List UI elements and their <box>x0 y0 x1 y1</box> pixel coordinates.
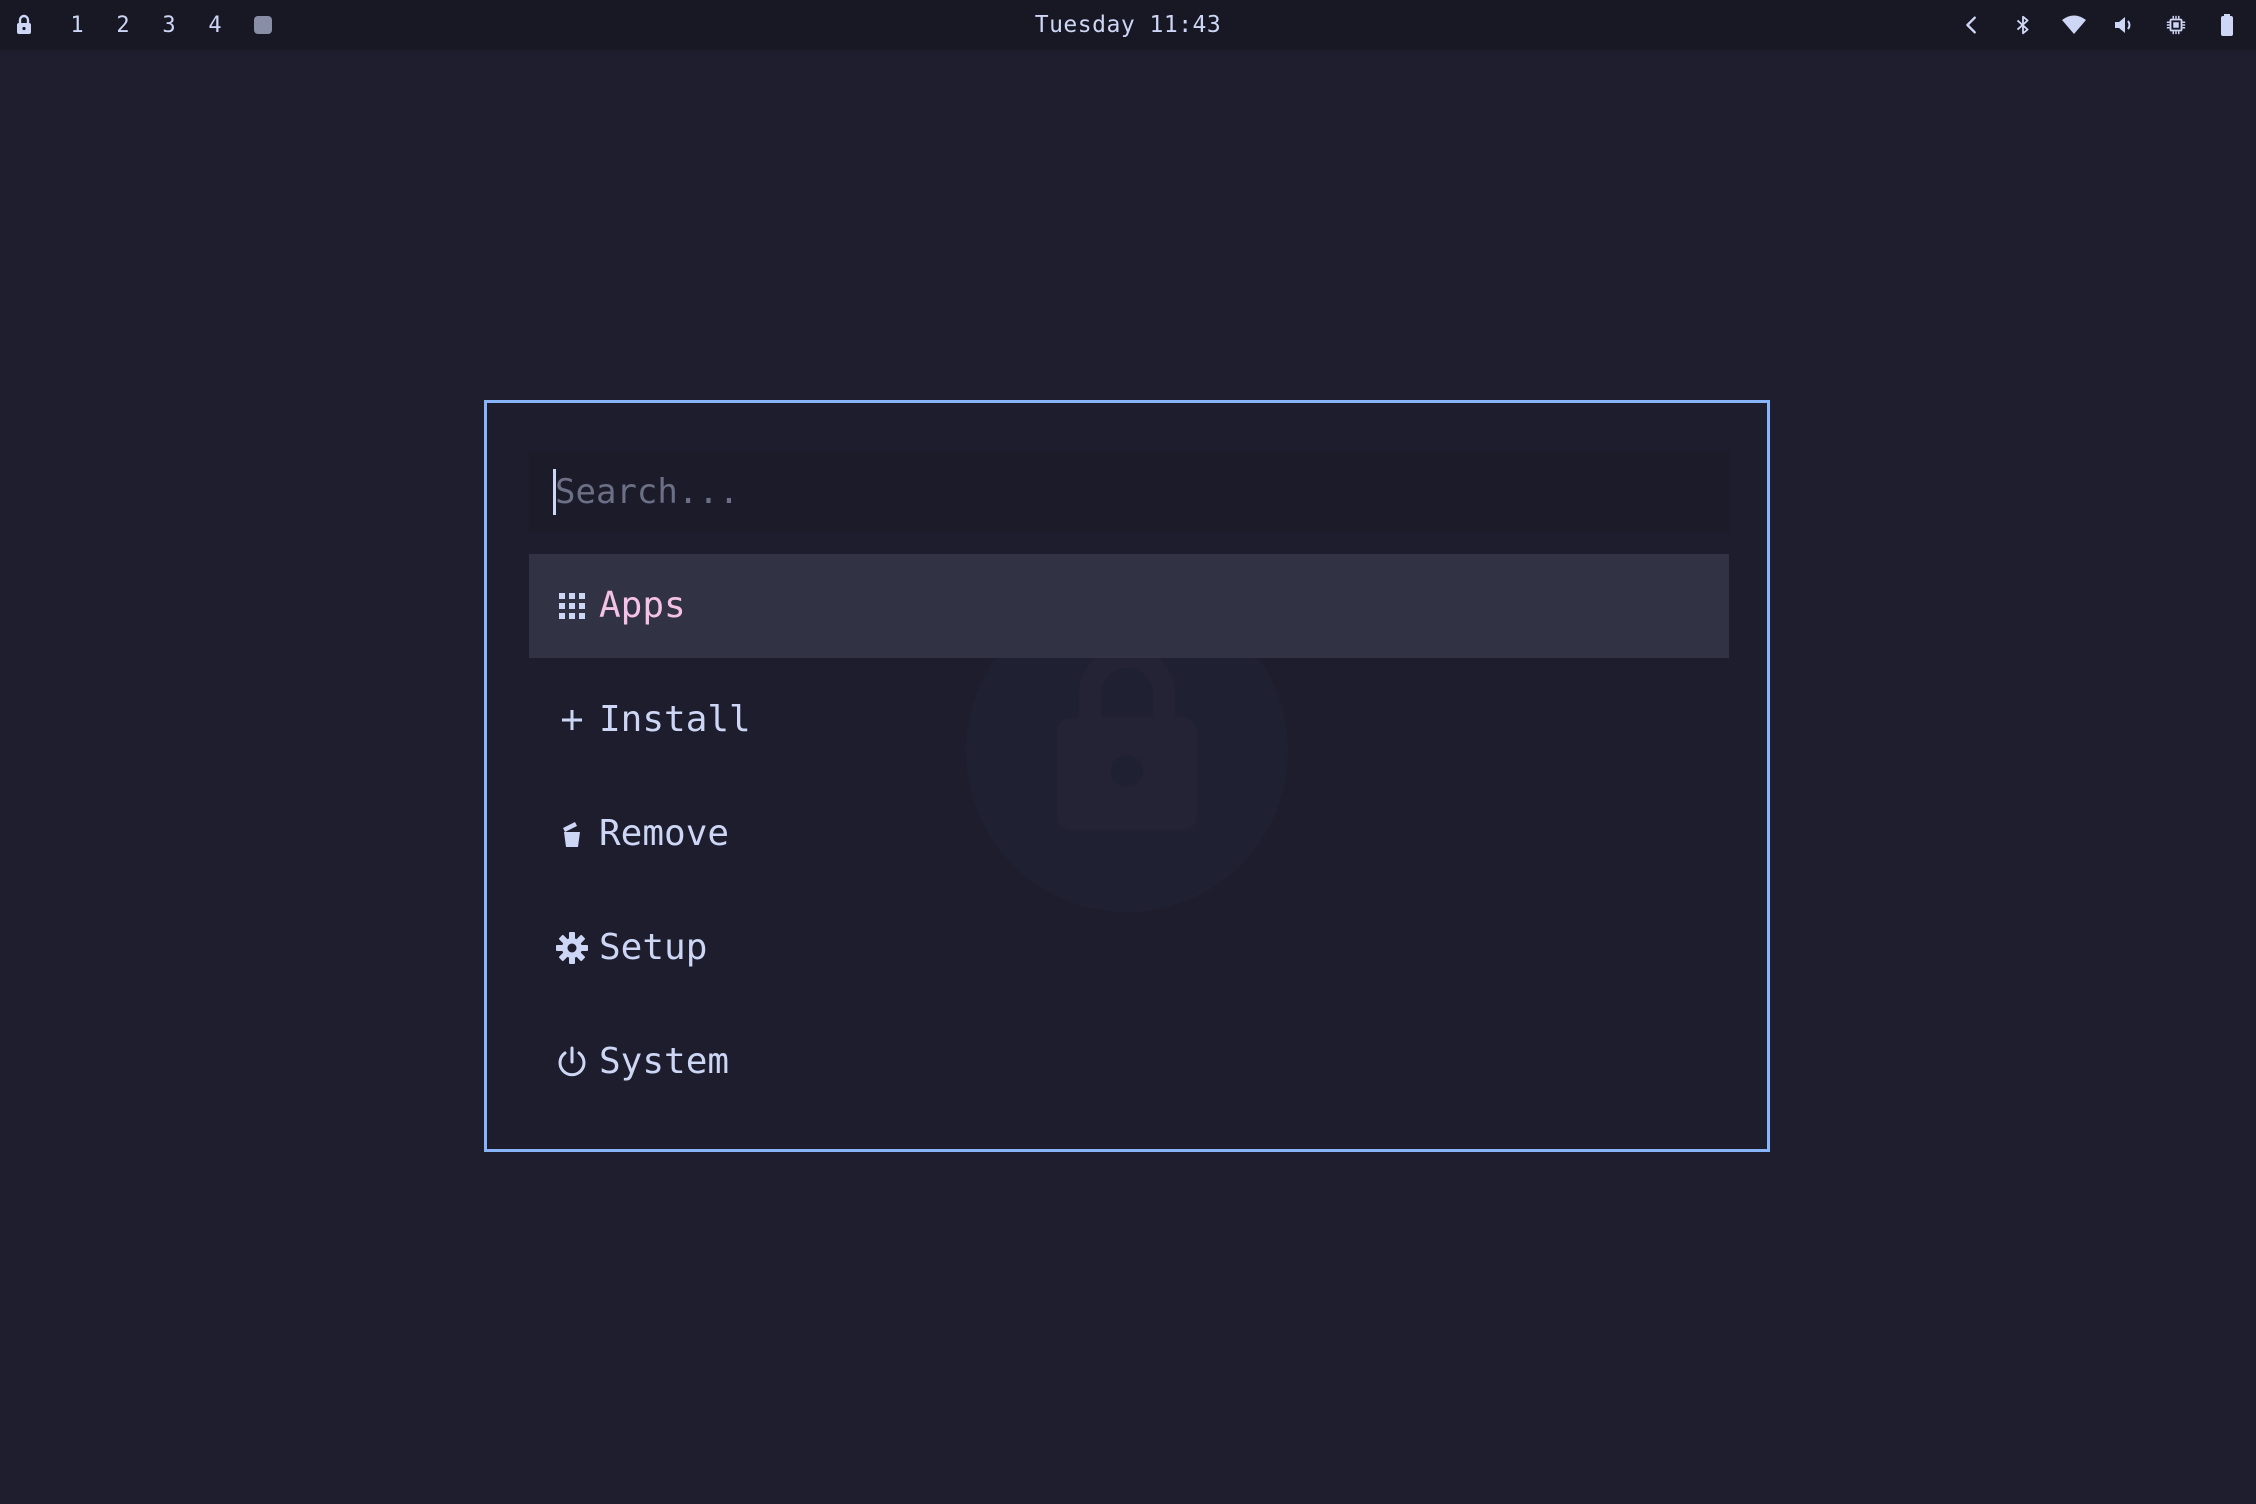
gear-icon <box>555 931 589 965</box>
menu-item-setup[interactable]: Setup <box>529 896 1729 1000</box>
menu-item-label: Install <box>599 699 751 740</box>
menu-item-label: System <box>599 1041 730 1082</box>
trash-icon <box>555 817 589 851</box>
grid-icon <box>555 589 589 623</box>
chevron-left-icon[interactable] <box>1959 12 1985 38</box>
clock[interactable]: Tuesday 11:43 <box>0 0 2256 50</box>
wifi-icon[interactable] <box>2061 12 2087 38</box>
menu-item-system[interactable]: System <box>529 1010 1729 1114</box>
menu-item-label: Apps <box>599 585 686 626</box>
top-bar: 1 2 3 4 Tuesday 11:43 <box>0 0 2256 50</box>
search-input[interactable] <box>553 471 1657 513</box>
plus-icon <box>555 703 589 737</box>
menu-item-apps[interactable]: Apps <box>529 554 1729 658</box>
cpu-icon[interactable] <box>2163 12 2189 38</box>
search-bar[interactable] <box>529 451 1729 533</box>
system-tray <box>1934 0 2240 50</box>
battery-icon[interactable] <box>2214 12 2240 38</box>
bluetooth-icon[interactable] <box>2010 12 2036 38</box>
volume-icon[interactable] <box>2112 12 2138 38</box>
power-icon <box>555 1045 589 1079</box>
menu-item-remove[interactable]: Remove <box>529 782 1729 886</box>
menu-item-label: Remove <box>599 813 730 854</box>
menu-item-label: Setup <box>599 927 708 968</box>
app-launcher: Apps Install Remove <box>484 400 1770 1152</box>
menu-item-install[interactable]: Install <box>529 668 1729 772</box>
